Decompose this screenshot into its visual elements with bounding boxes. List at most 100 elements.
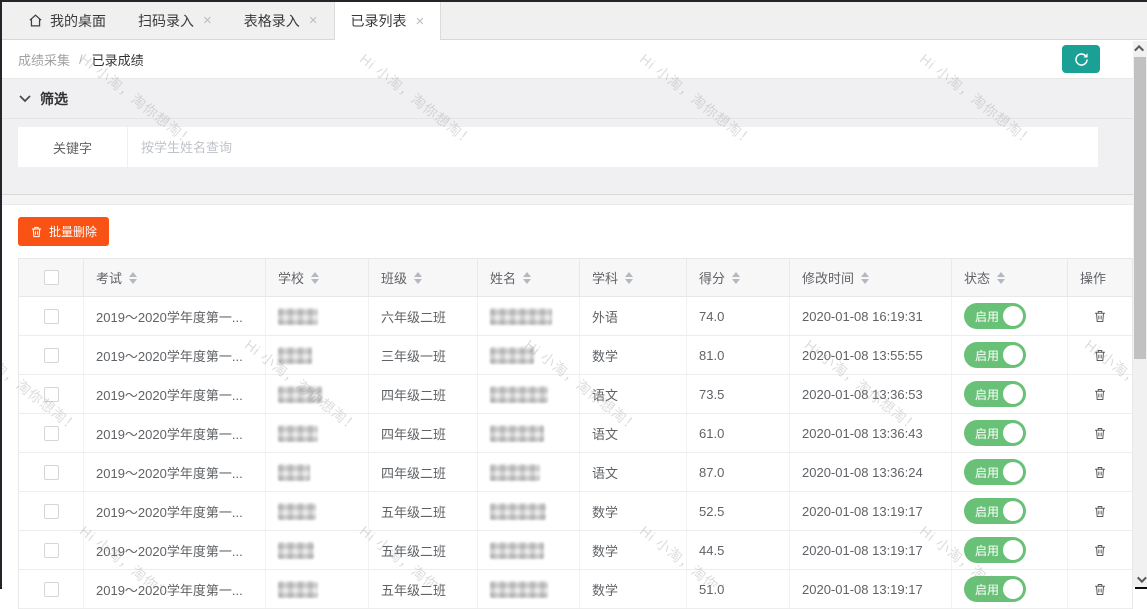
col-header-name[interactable]: 姓名 xyxy=(478,259,580,296)
col-header-class[interactable]: 班级 xyxy=(369,259,478,296)
name-redacted-blur xyxy=(490,347,534,364)
delete-row-icon[interactable] xyxy=(1093,387,1107,402)
name-redacted-blur xyxy=(490,425,544,442)
filter-collapse-toggle[interactable]: 筛选 xyxy=(2,79,1135,119)
row-checkbox[interactable] xyxy=(44,348,59,363)
breadcrumb-separator: / xyxy=(79,52,83,67)
row-checkbox[interactable] xyxy=(44,543,59,558)
col-header-label: 考试 xyxy=(96,268,122,287)
status-toggle[interactable]: 启用 xyxy=(964,576,1026,602)
delete-row-icon[interactable] xyxy=(1093,543,1107,558)
sort-icon[interactable] xyxy=(732,272,740,284)
cell-school xyxy=(266,531,369,569)
cell-subject: 数学 xyxy=(580,336,687,374)
scores-table: 考试学校班级姓名学科得分修改时间状态操作 2019～2020学年度第一...六年… xyxy=(18,258,1133,609)
scroll-up-arrow[interactable] xyxy=(1133,41,1147,56)
cell-exam: 2019～2020学年度第一... xyxy=(84,375,266,413)
sort-icon[interactable] xyxy=(311,272,319,284)
sort-icon[interactable] xyxy=(523,272,531,284)
delete-row-icon[interactable] xyxy=(1093,504,1107,519)
table-row: 2019～2020学年度第一...五年级二班数学52.52020-01-08 1… xyxy=(19,492,1132,531)
scroll-down-arrow[interactable] xyxy=(1133,572,1147,587)
subject-text: 数学 xyxy=(592,502,618,521)
cell-status: 启用 xyxy=(952,297,1068,335)
class-text: 四年级二班 xyxy=(381,424,446,443)
col-header-label: 状态 xyxy=(964,268,990,287)
status-toggle[interactable]: 启用 xyxy=(964,342,1026,368)
cell-exam: 2019～2020学年度第一... xyxy=(84,453,266,491)
breadcrumb-parent[interactable]: 成绩采集 xyxy=(18,50,70,69)
cell-school xyxy=(266,492,369,530)
refresh-button[interactable] xyxy=(1062,45,1100,73)
sort-icon[interactable] xyxy=(129,272,137,284)
close-icon[interactable]: × xyxy=(416,14,425,29)
col-header-score[interactable]: 得分 xyxy=(687,259,790,296)
row-checkbox[interactable] xyxy=(44,504,59,519)
exam-text: 2019～2020学年度第一... xyxy=(96,541,243,560)
tab-label: 我的桌面 xyxy=(50,11,106,31)
exam-text: 2019～2020学年度第一... xyxy=(96,580,243,599)
cell-school xyxy=(266,375,369,413)
cell-modified: 2020-01-08 13:36:24 xyxy=(790,453,952,491)
select-all-checkbox[interactable] xyxy=(44,270,59,285)
delete-row-icon[interactable] xyxy=(1093,582,1107,597)
status-toggle[interactable]: 启用 xyxy=(964,303,1026,329)
close-icon[interactable]: × xyxy=(309,13,318,28)
row-checkbox[interactable] xyxy=(44,465,59,480)
status-toggle[interactable]: 启用 xyxy=(964,459,1026,485)
tab-recorded-list[interactable]: 已录列表 × xyxy=(334,2,442,40)
exam-text: 2019～2020学年度第一... xyxy=(96,307,243,326)
cell-name xyxy=(478,492,580,530)
status-toggle[interactable]: 启用 xyxy=(964,381,1026,407)
school-redacted-blur xyxy=(278,581,318,598)
tab-scan-entry[interactable]: 扫码录入× xyxy=(122,2,228,39)
row-checkbox[interactable] xyxy=(44,426,59,441)
row-checkbox[interactable] xyxy=(44,309,59,324)
sort-icon[interactable] xyxy=(861,272,869,284)
scrollbar-thumb[interactable] xyxy=(1134,57,1146,359)
tab-my-desktop[interactable]: 我的桌面 xyxy=(12,2,122,39)
col-header-exam[interactable]: 考试 xyxy=(84,259,266,296)
col-header-label: 得分 xyxy=(699,268,725,287)
col-header-label: 操作 xyxy=(1080,268,1106,287)
tab-label: 已录列表 xyxy=(351,11,407,31)
col-header-school[interactable]: 学校 xyxy=(266,259,369,296)
cell-action xyxy=(1068,531,1132,569)
school-redacted-blur xyxy=(278,347,312,364)
score-text: 81.0 xyxy=(699,348,724,363)
cell-status: 启用 xyxy=(952,570,1068,608)
exam-text: 2019～2020学年度第一... xyxy=(96,385,243,404)
status-toggle[interactable]: 启用 xyxy=(964,420,1026,446)
col-header-label: 姓名 xyxy=(490,268,516,287)
tab-table-entry[interactable]: 表格录入× xyxy=(228,2,334,39)
cell-action xyxy=(1068,453,1132,491)
status-toggle[interactable]: 启用 xyxy=(964,498,1026,524)
cell-modified: 2020-01-08 13:55:55 xyxy=(790,336,952,374)
row-checkbox-cell xyxy=(19,336,84,374)
keyword-input[interactable] xyxy=(128,127,1098,167)
close-icon[interactable]: × xyxy=(203,13,212,28)
table-row: 2019～2020学年度第一...五年级二班数学51.02020-01-08 1… xyxy=(19,570,1132,609)
status-toggle[interactable]: 启用 xyxy=(964,537,1026,563)
row-checkbox[interactable] xyxy=(44,582,59,597)
sort-icon[interactable] xyxy=(414,272,422,284)
delete-row-icon[interactable] xyxy=(1093,465,1107,480)
score-text: 52.5 xyxy=(699,504,724,519)
cell-class: 四年级二班 xyxy=(369,375,478,413)
col-header-label: 学校 xyxy=(278,268,304,287)
filter-body: 关键字 xyxy=(2,119,1135,194)
delete-row-icon[interactable] xyxy=(1093,348,1107,363)
delete-row-icon[interactable] xyxy=(1093,309,1107,324)
sort-icon[interactable] xyxy=(625,272,633,284)
subject-text: 语文 xyxy=(592,385,618,404)
col-header-modified[interactable]: 修改时间 xyxy=(790,259,952,296)
cell-action xyxy=(1068,336,1132,374)
row-checkbox[interactable] xyxy=(44,387,59,402)
delete-row-icon[interactable] xyxy=(1093,426,1107,441)
col-header-subject[interactable]: 学科 xyxy=(580,259,687,296)
batch-delete-button[interactable]: 批量删除 xyxy=(18,217,109,246)
col-header-status[interactable]: 状态 xyxy=(952,259,1068,296)
col-header-label: 学科 xyxy=(592,268,618,287)
cell-exam: 2019～2020学年度第一... xyxy=(84,336,266,374)
sort-icon[interactable] xyxy=(997,272,1005,284)
